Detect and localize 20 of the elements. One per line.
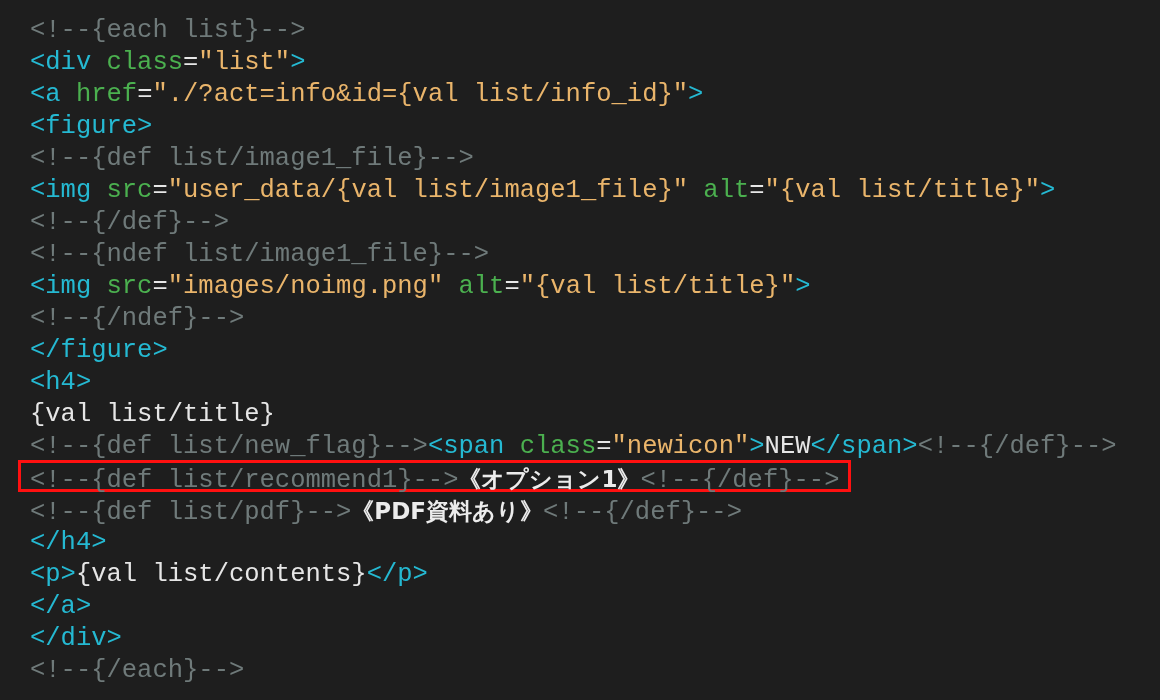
code-line: <!--{/def}--> <box>29 207 230 236</box>
code-line: <img src="user_data/{val list/image1_file}" alt="{val list/title}"> <box>29 175 1057 204</box>
code-line: <!--{/ndef}--> <box>29 303 246 332</box>
code-line: </figure> <box>29 335 169 364</box>
code-line: <a href="./?act=info&id={val list/info_id}"> <box>29 79 705 108</box>
code-line: <img src="images/noimg.png" alt="{val list/title}"> <box>29 271 812 300</box>
code-line: <!--{each list}--> <box>29 15 307 44</box>
code-line: <!--{def list/new_flag}--><span class="newicon">NEW</span><!--{/def}--> <box>29 431 1118 460</box>
code-line: <p>{val list/contents}</p> <box>29 559 429 588</box>
code-line: <figure> <box>29 111 154 140</box>
code-line: <div class="list"> <box>29 47 307 76</box>
code-line: </h4> <box>29 527 108 556</box>
code-line: <!--{def list/image1_file}--> <box>29 143 475 172</box>
code-line: {val list/title} <box>29 399 276 428</box>
code-line: <!--{ndef list/image1_file}--> <box>29 239 491 268</box>
code-line: <h4> <box>29 367 93 396</box>
code-line: </a> <box>29 591 93 620</box>
code-line: </div> <box>29 623 123 652</box>
code-line: <!--{def list/pdf}-->《PDF資料あり》<!--{/def}--> <box>29 497 743 524</box>
code-line: <!--{/each}--> <box>29 655 246 684</box>
